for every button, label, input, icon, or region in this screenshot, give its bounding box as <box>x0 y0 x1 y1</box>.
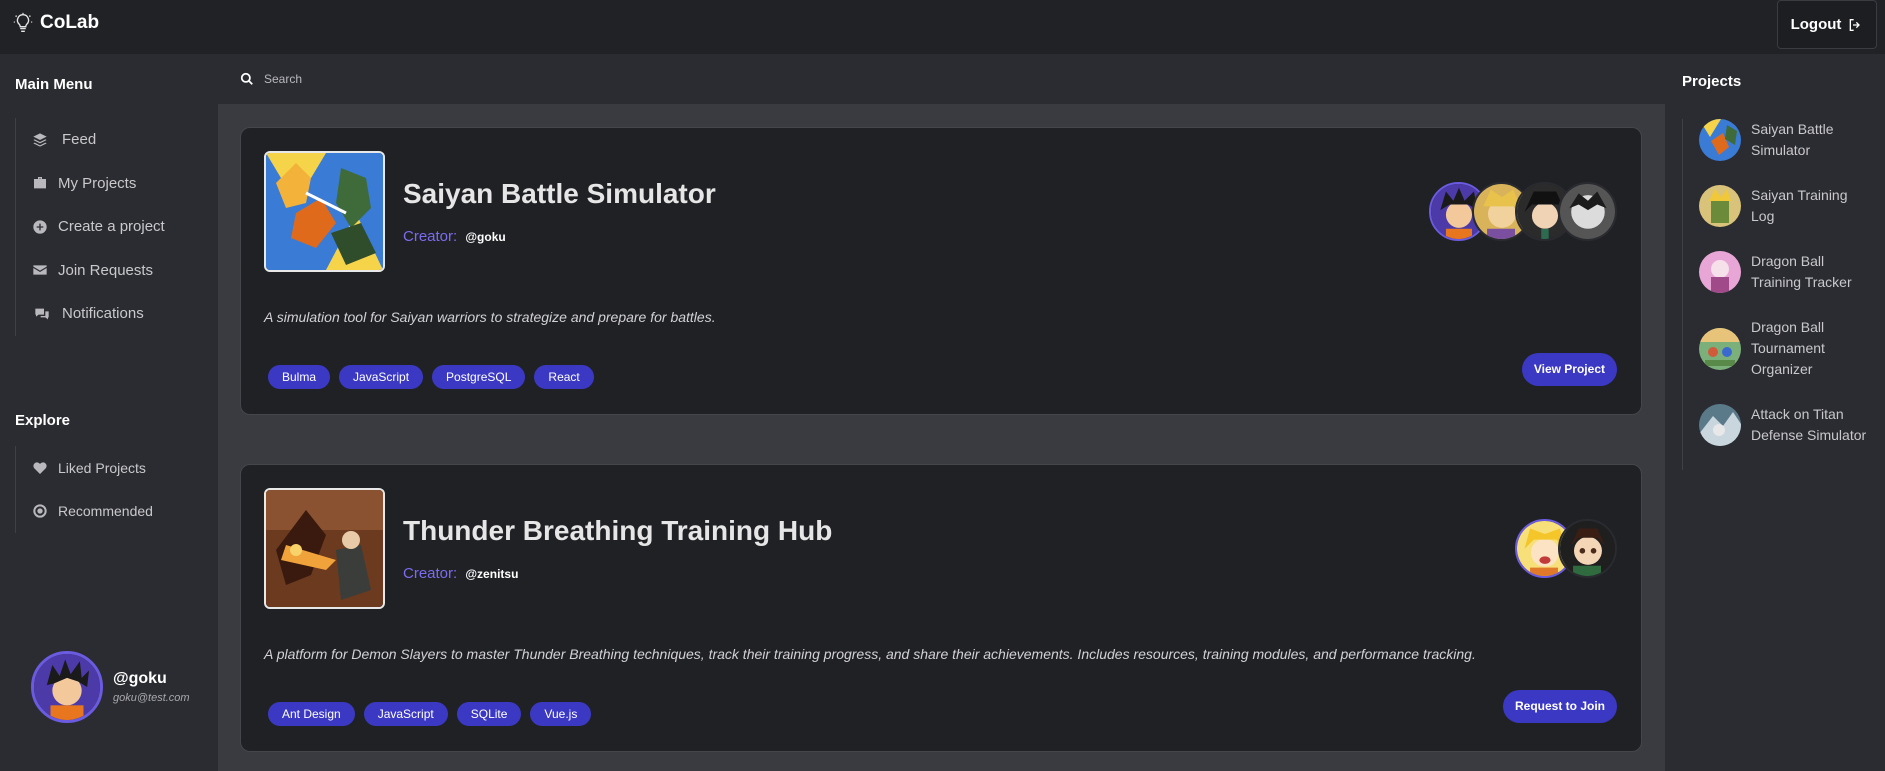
project-list-name: Attack on Titan Defense Simulator <box>1751 406 1867 443</box>
project-list-name: Dragon Ball Tournament Organizer <box>1751 319 1825 377</box>
tech-tags: Ant Design JavaScript SQLite Vue.js <box>268 702 592 726</box>
search-icon <box>240 72 253 85</box>
sidebar-item-feed[interactable]: Feed <box>16 118 165 162</box>
main-feed: Saiyan Battle Simulator Creator: @goku A… <box>218 54 1665 771</box>
heart-icon <box>33 462 47 474</box>
sidebar-item-label: Join Requests <box>58 261 154 279</box>
project-list-thumbnail <box>1699 404 1741 446</box>
logout-button[interactable]: Logout <box>1777 0 1877 49</box>
briefcase-icon <box>34 177 46 189</box>
search-input[interactable] <box>264 72 664 86</box>
user-email: goku@test.com <box>113 692 190 704</box>
project-creator: Creator: @goku <box>403 228 506 245</box>
target-icon <box>33 504 47 518</box>
project-card: Saiyan Battle Simulator Creator: @goku A… <box>240 127 1642 415</box>
project-description: A platform for Demon Slayers to master T… <box>264 646 1476 662</box>
member-avatar[interactable] <box>1558 519 1617 578</box>
creator-handle[interactable]: @goku <box>465 230 505 244</box>
logout-icon <box>1850 18 1861 31</box>
left-sidebar: Main Menu Feed My Projects Create a proj… <box>0 54 218 771</box>
user-profile-card[interactable]: @goku goku@test.com <box>31 651 190 723</box>
tech-tag[interactable]: React <box>534 365 594 389</box>
projects-list: Saiyan Battle Simulator Saiyan Training … <box>1682 119 1871 470</box>
logout-label: Logout <box>1790 16 1842 33</box>
project-thumbnail[interactable] <box>264 488 385 609</box>
lightbulb-icon <box>13 12 33 32</box>
project-list-name: Saiyan Battle Simulator <box>1751 121 1834 158</box>
user-handle: @goku <box>113 670 167 687</box>
explore-label: Explore <box>15 412 71 429</box>
top-navbar: CoLab Logout <box>0 0 1885 54</box>
project-list-name: Saiyan Training Log <box>1751 187 1848 224</box>
creator-label: Creator: <box>403 228 458 245</box>
project-list-thumbnail <box>1699 185 1741 227</box>
member-avatars <box>1515 519 1617 578</box>
member-avatar[interactable] <box>1558 182 1617 241</box>
tech-tag[interactable]: Ant Design <box>268 702 355 726</box>
tech-tag[interactable]: JavaScript <box>363 702 448 726</box>
main-menu-label: Main Menu <box>15 76 93 93</box>
brand-name: CoLab <box>40 12 100 33</box>
sidebar-item-my-projects[interactable]: My Projects <box>16 162 165 206</box>
project-title[interactable]: Thunder Breathing Training Hub <box>403 515 832 547</box>
sidebar-item-notifications[interactable]: Notifications <box>16 292 165 336</box>
project-list-item[interactable]: Dragon Ball Training Tracker <box>1683 251 1871 293</box>
project-card: Thunder Breathing Training Hub Creator: … <box>240 464 1642 752</box>
sidebar-item-create-project[interactable]: Create a project <box>16 205 165 249</box>
layers-icon <box>33 133 47 147</box>
sidebar-item-label: Feed <box>62 131 97 149</box>
project-list-item[interactable]: Attack on Titan Defense Simulator <box>1683 404 1871 446</box>
sidebar-item-label: Recommended <box>58 503 153 520</box>
project-list-thumbnail <box>1699 251 1741 293</box>
tech-tags: Bulma JavaScript PostgreSQL React <box>268 365 594 389</box>
project-list-thumbnail <box>1699 119 1741 161</box>
tech-tag[interactable]: JavaScript <box>339 365 424 389</box>
creator-label: Creator: <box>403 565 458 582</box>
project-description: A simulation tool for Saiyan warriors to… <box>264 309 716 325</box>
comments-icon <box>35 308 49 320</box>
projects-heading: Projects <box>1682 73 1742 90</box>
member-avatars <box>1429 182 1617 241</box>
project-creator: Creator: @zenitsu <box>403 565 518 582</box>
main-menu-list: Feed My Projects Create a project Join R… <box>15 118 165 336</box>
search-bar <box>218 54 1665 104</box>
sidebar-item-liked-projects[interactable]: Liked Projects <box>16 446 153 490</box>
project-list-item[interactable]: Saiyan Training Log <box>1683 185 1871 227</box>
project-list-item[interactable]: Saiyan Battle Simulator <box>1683 119 1871 161</box>
envelope-icon <box>33 265 47 275</box>
project-title[interactable]: Saiyan Battle Simulator <box>403 178 716 210</box>
sidebar-item-recommended[interactable]: Recommended <box>16 490 153 534</box>
request-to-join-button[interactable]: Request to Join <box>1502 690 1617 723</box>
project-thumbnail[interactable] <box>264 151 385 272</box>
project-list-name: Dragon Ball Training Tracker <box>1751 253 1852 290</box>
sidebar-item-label: Liked Projects <box>58 459 146 476</box>
tech-tag[interactable]: Vue.js <box>530 702 592 726</box>
creator-handle[interactable]: @zenitsu <box>465 567 518 581</box>
tech-tag[interactable]: Bulma <box>268 365 331 389</box>
user-avatar[interactable] <box>31 651 103 723</box>
tech-tag[interactable]: SQLite <box>456 702 522 726</box>
view-project-button[interactable]: View Project <box>1521 353 1617 386</box>
sidebar-item-label: Create a project <box>58 218 165 236</box>
project-list-thumbnail <box>1699 327 1741 370</box>
explore-list: Liked Projects Recommended <box>15 446 153 533</box>
sidebar-item-label: My Projects <box>58 174 137 192</box>
right-sidebar: Projects Saiyan Battle Simulator Saiyan … <box>1665 54 1885 771</box>
sidebar-item-join-requests[interactable]: Join Requests <box>16 249 165 293</box>
tech-tag[interactable]: PostgreSQL <box>432 365 526 389</box>
brand-logo[interactable]: CoLab <box>12 12 99 34</box>
project-list-item[interactable]: Dragon Ball Tournament Organizer <box>1683 317 1871 380</box>
sidebar-item-label: Notifications <box>62 305 144 323</box>
plus-circle-icon <box>33 220 47 234</box>
